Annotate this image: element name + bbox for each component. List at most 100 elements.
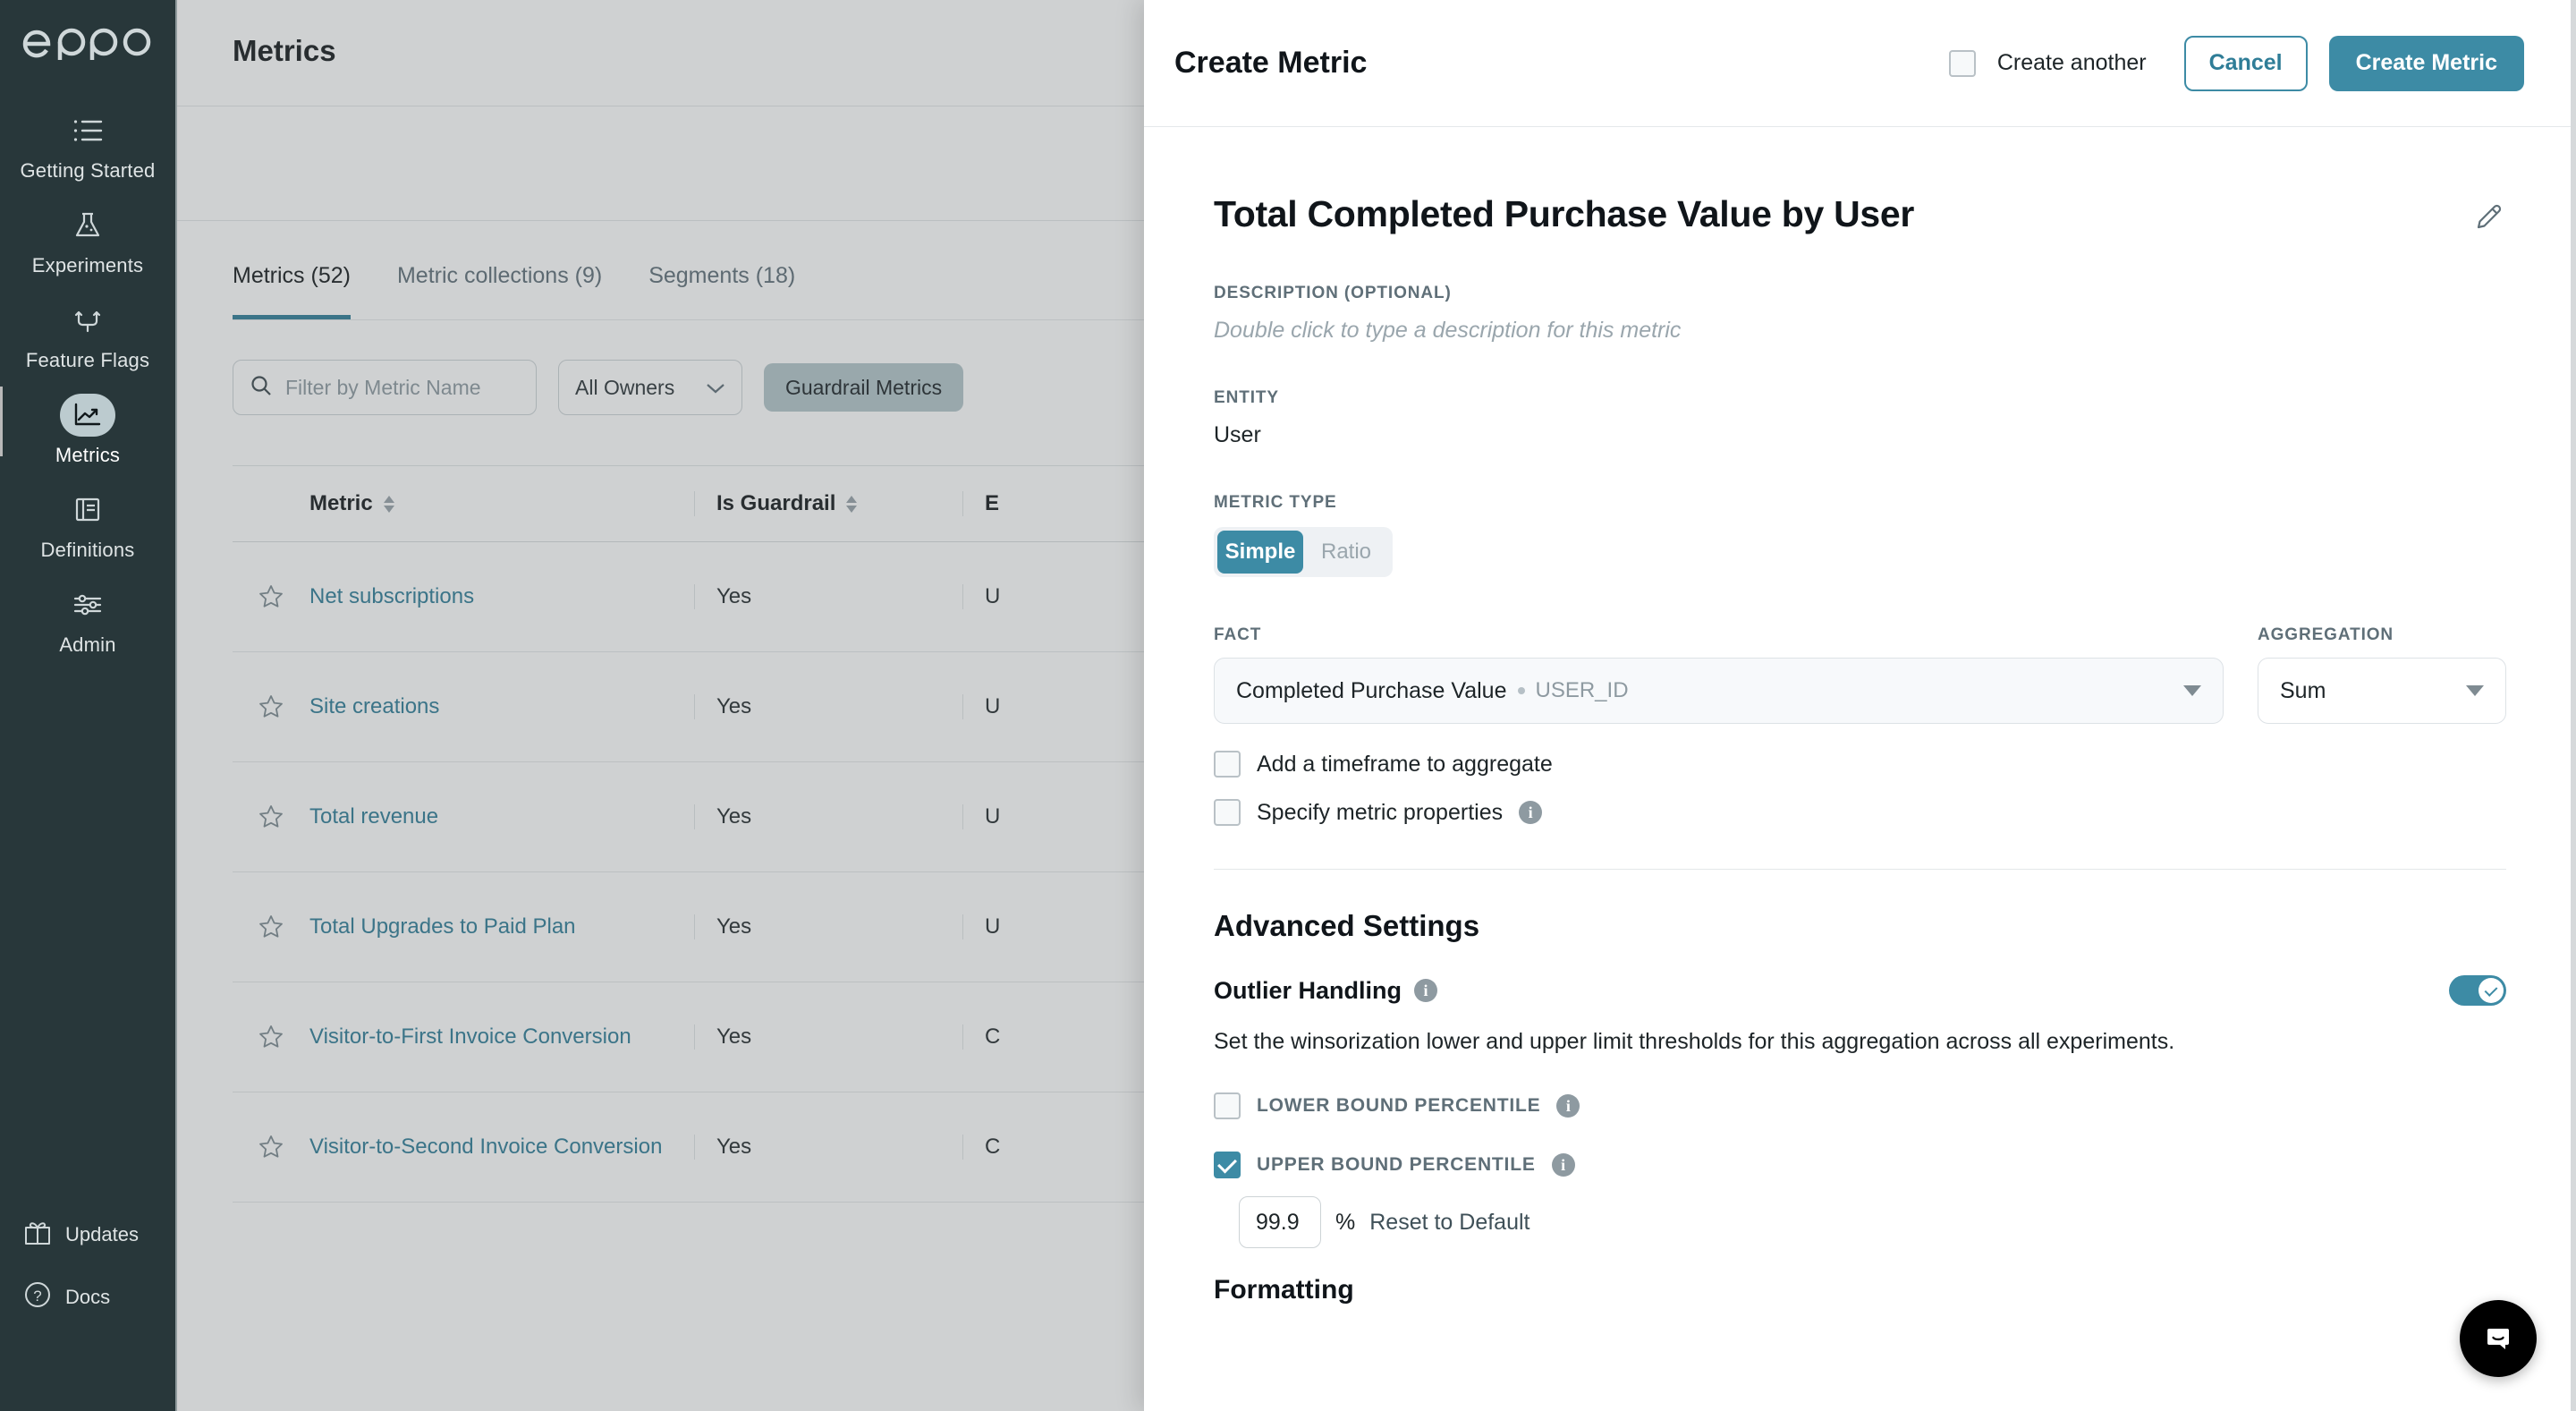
create-another-checkbox[interactable] <box>1948 49 1976 77</box>
aggregation-label: AGGREGATION <box>2258 625 2394 644</box>
sidebar-item-feature-flags[interactable]: Feature Flags <box>0 290 176 385</box>
sidebar-item-docs[interactable]: ? Docs <box>0 1265 176 1329</box>
sliders-icon <box>60 583 115 626</box>
outlier-handling-description: Set the winsorization lower and upper li… <box>1214 1029 2175 1054</box>
sidebar-item-label: Experiments <box>31 254 144 276</box>
fact-field: FACT Completed Purchase Value USER_ID <box>1214 581 2224 724</box>
sidebar-bottom-label: Updates <box>65 1222 139 1245</box>
intercom-chat-button[interactable] <box>2460 1300 2537 1377</box>
tab-metric-collections[interactable]: Metric collections (9) <box>397 263 602 319</box>
create-metric-modal: Create Metric Create another Cancel Crea… <box>1144 0 2576 1411</box>
description-placeholder[interactable]: Double click to type a description for t… <box>1214 318 2506 344</box>
metric-name[interactable]: Total Completed Purchase Value by User <box>1214 193 1914 235</box>
cancel-button[interactable]: Cancel <box>2183 35 2308 91</box>
sidebar-item-admin[interactable]: Admin <box>0 574 176 669</box>
fact-select[interactable]: Completed Purchase Value USER_ID <box>1214 658 2224 724</box>
entity-value: User <box>1214 422 1261 447</box>
info-icon[interactable]: i <box>1414 979 1438 1002</box>
tab-segments[interactable]: Segments (18) <box>648 263 795 319</box>
sidebar-item-updates[interactable]: Updates <box>0 1203 176 1265</box>
sidebar-item-experiments[interactable]: Experiments <box>0 195 176 290</box>
outlier-handling-toggle[interactable] <box>2449 975 2506 1006</box>
sidebar-item-definitions[interactable]: Definitions <box>0 480 176 574</box>
aggregation-select[interactable]: Sum <box>2258 658 2506 724</box>
metric-type-simple[interactable]: Simple <box>1217 531 1303 574</box>
info-icon[interactable]: i <box>1551 1153 1575 1177</box>
lower-bound-percentile-checkbox[interactable] <box>1214 1092 1241 1119</box>
upper-bound-percentile-checkbox[interactable] <box>1214 1152 1241 1178</box>
outlier-handling-row: Outlier Handling i <box>1214 975 2506 1006</box>
info-icon[interactable]: i <box>1556 1094 1580 1118</box>
eppo-logo[interactable] <box>16 16 159 66</box>
toggle-knob <box>2479 978 2504 1003</box>
is-guardrail-value: Yes <box>694 694 962 719</box>
metric-properties-checkbox-row[interactable]: Specify metric properties i <box>1214 799 2506 826</box>
search-icon <box>250 374 273 402</box>
create-metric-button[interactable]: Create Metric <box>2328 35 2524 91</box>
chevron-down-icon <box>2466 685 2484 696</box>
chevron-down-icon <box>2183 685 2201 696</box>
aggregation-field: AGGREGATION Sum <box>2258 581 2506 724</box>
upper-bound-row[interactable]: UPPER BOUND PERCENTILE i <box>1214 1152 2506 1178</box>
branch-icon <box>60 299 115 342</box>
metric-type-toggle: Simple Ratio <box>1214 527 1393 577</box>
tab-metrics[interactable]: Metrics (52) <box>233 263 351 319</box>
favorite-star-icon[interactable] <box>233 1024 309 1050</box>
info-icon[interactable]: i <box>1519 801 1543 824</box>
guardrail-metrics-chip[interactable]: Guardrail Metrics <box>764 363 964 412</box>
specify-metric-properties-checkbox[interactable] <box>1214 799 1241 826</box>
sort-icon[interactable] <box>846 495 858 513</box>
column-header-is-guardrail[interactable]: Is Guardrail <box>694 491 962 516</box>
svg-text:?: ? <box>33 1288 41 1305</box>
percent-sign: % <box>1335 1209 1356 1235</box>
app-root: Getting Started Experiments Feature Flag… <box>0 0 2576 1411</box>
fact-value: Completed Purchase Value <box>1236 677 1507 703</box>
is-guardrail-value: Yes <box>694 584 962 609</box>
sidebar-item-metrics[interactable]: Metrics <box>0 385 176 480</box>
question-circle-icon: ? <box>22 1279 53 1314</box>
metric-type-ratio[interactable]: Ratio <box>1303 531 1389 574</box>
is-guardrail-value: Yes <box>694 1135 962 1160</box>
column-header-metric[interactable]: Metric <box>309 491 694 516</box>
metric-link[interactable]: Visitor-to-Second Invoice Conversion <box>309 1135 694 1160</box>
percentile-controls: 99.9 % Reset to Default <box>1239 1196 2506 1248</box>
favorite-star-icon[interactable] <box>233 914 309 940</box>
fact-aggregation-row: FACT Completed Purchase Value USER_ID AG… <box>1214 581 2506 724</box>
separator-dot-icon <box>1517 687 1525 694</box>
pencil-icon[interactable] <box>2474 202 2506 239</box>
sidebar-item-label: Metrics <box>55 444 121 466</box>
favorite-star-icon[interactable] <box>233 583 309 610</box>
sidebar-bottom-label: Docs <box>65 1285 111 1308</box>
upper-bound-percentile-label: UPPER BOUND PERCENTILE <box>1257 1154 1536 1175</box>
primary-sidebar: Getting Started Experiments Feature Flag… <box>0 0 177 1411</box>
list-icon <box>60 109 115 152</box>
sidebar-item-label: Admin <box>59 633 116 656</box>
create-another-label: Create another <box>1996 50 2147 75</box>
column-label: Is Guardrail <box>716 491 836 515</box>
metric-link[interactable]: Visitor-to-First Invoice Conversion <box>309 1024 694 1050</box>
percentile-input[interactable]: 99.9 <box>1239 1196 1321 1248</box>
favorite-star-icon[interactable] <box>233 803 309 830</box>
owner-filter-select[interactable]: All Owners <box>558 360 742 415</box>
entity-label: ENTITY <box>1214 388 1279 407</box>
metric-link[interactable]: Total Upgrades to Paid Plan <box>309 914 694 939</box>
modal-scrollbar[interactable] <box>2571 0 2576 1411</box>
favorite-star-icon[interactable] <box>233 693 309 720</box>
is-guardrail-value: Yes <box>694 804 962 829</box>
modal-header-actions: Create another Cancel Create Metric <box>1948 35 2524 91</box>
favorite-star-icon[interactable] <box>233 1134 309 1160</box>
sort-icon[interactable] <box>383 495 394 513</box>
add-timeframe-checkbox[interactable] <box>1214 751 1241 778</box>
column-label: Metric <box>309 491 373 515</box>
search-input[interactable]: Filter by Metric Name <box>233 360 537 415</box>
metric-link[interactable]: Net subscriptions <box>309 584 694 609</box>
is-guardrail-value: Yes <box>694 914 962 939</box>
advanced-settings-title: Advanced Settings <box>1214 909 1480 942</box>
timeframe-checkbox-row[interactable]: Add a timeframe to aggregate <box>1214 751 2506 778</box>
metric-link[interactable]: Total revenue <box>309 804 694 829</box>
sidebar-item-getting-started[interactable]: Getting Started <box>0 100 176 195</box>
is-guardrail-value: Yes <box>694 1024 962 1050</box>
metric-link[interactable]: Site creations <box>309 694 694 719</box>
reset-to-default-link[interactable]: Reset to Default <box>1369 1210 1530 1236</box>
lower-bound-row[interactable]: LOWER BOUND PERCENTILE i <box>1214 1092 2506 1119</box>
